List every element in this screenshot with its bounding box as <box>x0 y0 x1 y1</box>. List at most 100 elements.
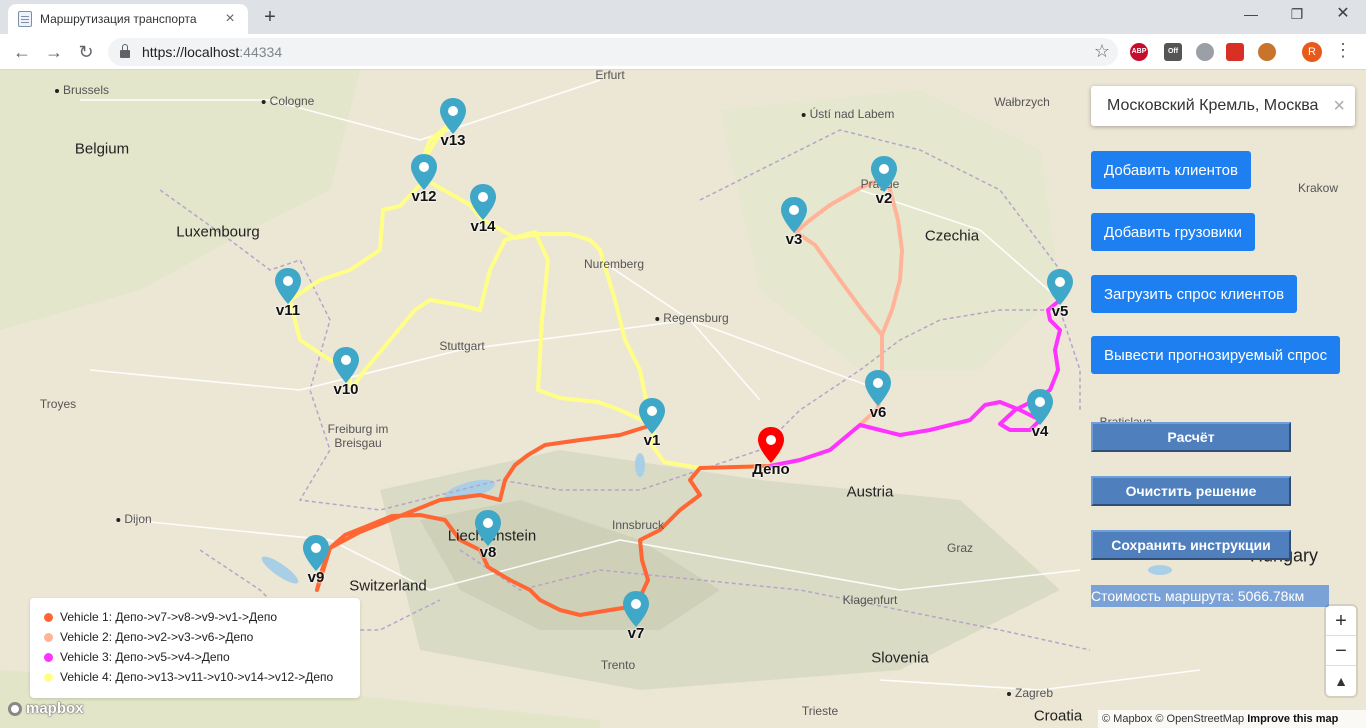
map-label-city: Dijon <box>116 512 151 526</box>
map-label-city: Zagreb <box>1007 686 1053 700</box>
off-extension-icon[interactable]: Off <box>1164 43 1182 61</box>
client-label-v6: v6 <box>869 404 887 421</box>
profile-avatar[interactable]: R <box>1302 42 1322 62</box>
map-label-country: Austria <box>846 483 894 501</box>
map-attribution: © Mapbox © OpenStreetMap Improve this ma… <box>1098 710 1366 728</box>
client-label-v12: v12 <box>411 188 437 205</box>
map-label-country: Belgium <box>74 140 130 158</box>
forward-icon[interactable]: → <box>42 40 66 64</box>
client-label-v13: v13 <box>440 132 466 149</box>
window-close-icon[interactable]: ✕ <box>1320 0 1366 30</box>
client-pin-icon[interactable] <box>302 535 330 571</box>
map-label-city: Stuttgart <box>439 339 485 353</box>
add-trucks-button[interactable]: Добавить грузовики <box>1091 213 1255 251</box>
map-label-city: Krakow <box>1297 181 1339 195</box>
map-label-country: Croatia <box>1033 707 1083 725</box>
map-label-country: Luxembourg <box>176 223 260 241</box>
show-forecast-button[interactable]: Вывести прогнозируемый спрос <box>1091 336 1341 374</box>
client-label-v4: v4 <box>1031 423 1049 440</box>
legend-swatch <box>44 612 53 622</box>
lake <box>1148 565 1172 575</box>
map-label-city: Nuremberg <box>583 257 645 271</box>
minimize-icon[interactable]: — <box>1228 0 1274 30</box>
map-label-city: Trieste <box>801 704 839 718</box>
map-label-city: Klagenfurt <box>842 593 898 607</box>
client-label-v11: v11 <box>275 302 301 319</box>
paw-extension-icon[interactable] <box>1196 43 1214 61</box>
depot-pin-icon[interactable] <box>757 427 785 463</box>
map-label-country: Slovenia <box>871 649 929 667</box>
client-label-v7: v7 <box>627 625 645 642</box>
map-label-city: Graz <box>946 541 974 555</box>
legend-swatch <box>44 672 53 682</box>
zoom-in-button[interactable]: + <box>1326 606 1356 636</box>
back-icon[interactable]: ← <box>10 40 34 64</box>
client-pin-icon[interactable] <box>864 370 892 406</box>
client-pin-icon[interactable] <box>474 510 502 546</box>
address-search-box[interactable]: × <box>1091 86 1355 126</box>
zoom-controls: + − ▲ <box>1326 606 1356 696</box>
client-pin-icon[interactable] <box>1046 269 1074 305</box>
client-pin-icon[interactable] <box>469 184 497 220</box>
client-pin-icon[interactable] <box>780 197 808 233</box>
load-demand-button[interactable]: Загрузить спрос клиентов <box>1091 275 1298 313</box>
legend-label: Vehicle 2: Депо->v2->v3->v6->Депо <box>60 630 254 644</box>
clear-solution-button[interactable]: Очистить решение <box>1091 476 1291 506</box>
client-label-v8: v8 <box>479 544 497 561</box>
legend-swatch <box>44 632 53 642</box>
client-label-v3: v3 <box>785 231 803 248</box>
new-tab-icon[interactable]: + <box>258 6 282 30</box>
save-instructions-button[interactable]: Сохранить инструкции <box>1091 530 1291 560</box>
zoom-out-button[interactable]: − <box>1326 636 1356 666</box>
attribution-osm-link[interactable]: © OpenStreetMap <box>1155 713 1244 725</box>
maximize-icon[interactable]: ❐ <box>1274 0 1320 30</box>
mapbox-logo[interactable]: mapbox <box>8 700 84 717</box>
legend-item: Vehicle 1: Депо->v7->v8->v9->v1->Депо <box>44 607 346 627</box>
client-pin-icon[interactable] <box>332 347 360 383</box>
clear-search-icon[interactable]: × <box>1333 95 1345 118</box>
map-viewport[interactable]: Brussels Belgium Cologne Erfurt Wałbrzyc… <box>0 70 1366 728</box>
calculate-button[interactable]: Расчёт <box>1091 422 1291 452</box>
compass-button[interactable]: ▲ <box>1326 666 1356 696</box>
legend-label: Vehicle 3: Депо->v5->v4->Депо <box>60 650 230 664</box>
map-label-city: Troyes <box>39 397 77 411</box>
pdf-extension-icon[interactable] <box>1226 43 1244 61</box>
browser-menu-icon[interactable]: ⋮ <box>1334 40 1352 61</box>
client-pin-icon[interactable] <box>410 154 438 190</box>
map-label-country: Czechia <box>924 227 980 245</box>
lake <box>635 453 645 477</box>
client-label-v14: v14 <box>470 218 496 235</box>
map-label-country: Switzerland <box>349 577 427 595</box>
add-clients-button[interactable]: Добавить клиентов <box>1091 151 1251 189</box>
client-pin-icon[interactable] <box>1026 389 1054 425</box>
map-label-city: Ústí nad Labem <box>802 107 895 121</box>
client-label-v10: v10 <box>333 381 359 398</box>
tab-title: Маршрутизация транспорта <box>40 12 197 26</box>
bookmark-star-icon[interactable]: ☆ <box>1094 41 1110 62</box>
page-favicon-icon <box>18 11 32 27</box>
legend-item: Vehicle 4: Депо->v13->v11->v10->v14->v12… <box>44 667 346 687</box>
url-port: :44334 <box>239 44 283 60</box>
fox-extension-icon[interactable] <box>1258 43 1276 61</box>
legend-label: Vehicle 1: Депо->v7->v8->v9->v1->Депо <box>60 610 278 624</box>
client-pin-icon[interactable] <box>274 268 302 304</box>
client-pin-icon[interactable] <box>870 156 898 192</box>
legend-item: Vehicle 3: Депо->v5->v4->Депо <box>44 647 346 667</box>
client-pin-icon[interactable] <box>439 98 467 134</box>
improve-map-link[interactable]: Improve this map <box>1247 713 1338 725</box>
client-label-v9: v9 <box>307 569 325 586</box>
adblock-icon[interactable]: ABP <box>1130 43 1148 61</box>
browser-tab[interactable]: Маршрутизация транспорта × <box>8 4 248 34</box>
legend-item: Vehicle 2: Депо->v2->v3->v6->Депо <box>44 627 346 647</box>
client-pin-icon[interactable] <box>622 591 650 627</box>
browser-toolbar: ← → ↻ https://localhost:44334 ☆ ABP Off … <box>0 34 1366 70</box>
attribution-mapbox-link[interactable]: © Mapbox <box>1102 713 1152 725</box>
reload-icon[interactable]: ↻ <box>74 40 98 64</box>
lock-icon <box>120 44 130 58</box>
client-pin-icon[interactable] <box>638 398 666 434</box>
address-bar[interactable]: https://localhost:44334 ☆ <box>108 38 1118 66</box>
map-label-city: Trento <box>600 658 636 672</box>
legend-label: Vehicle 4: Депо->v13->v11->v10->v14->v12… <box>60 670 334 684</box>
tab-close-icon[interactable]: × <box>222 10 238 28</box>
address-search-input[interactable] <box>1107 97 1326 115</box>
